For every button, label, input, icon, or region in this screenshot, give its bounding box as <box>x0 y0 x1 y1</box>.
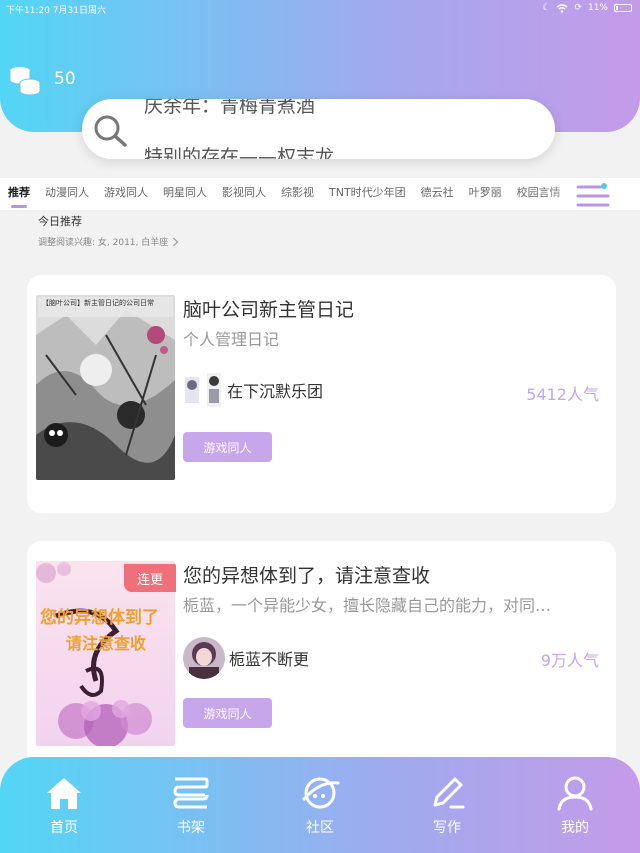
manga-cover-illustration: 【脑叶公司】新主管日记的公司日常 <box>36 295 175 480</box>
battery-percent: 11% <box>587 3 608 13</box>
status-right: ☾ ⟳ 11% <box>542 3 632 13</box>
nav-write[interactable]: 写作 <box>407 775 487 837</box>
dnd-icon: ☾ <box>542 3 551 13</box>
search-suggestion: 特别的存在——权志龙 <box>144 146 335 159</box>
user-icon <box>557 776 593 811</box>
nav-community[interactable]: 社区 <box>280 775 360 837</box>
tab-recommend[interactable]: 推荐 <box>0 178 37 210</box>
coin-balance[interactable]: 50 <box>8 62 76 96</box>
tab-anime-fanfic[interactable]: 动漫同人 <box>37 178 96 210</box>
nav-label: 首页 <box>50 820 78 836</box>
cover-text: 【脑叶公司】新主管日记的公司日常 <box>42 298 154 307</box>
planet-icon <box>302 777 340 809</box>
cover-text: 请注意查收 <box>66 634 146 653</box>
nav-label: 写作 <box>433 820 461 836</box>
book-title[interactable]: 您的异想体到了，请注意查收 <box>183 561 430 588</box>
book-card[interactable]: 【脑叶公司】新主管日记的公司日常 脑叶公司新主管日记 个人管理日记 在下沉默乐团… <box>27 275 616 513</box>
rotation-lock-icon: ⟳ <box>574 3 582 13</box>
coin-count: 50 <box>54 69 76 89</box>
author-avatar <box>183 637 225 679</box>
update-badge: 连更 <box>124 564 176 592</box>
author-name: 在下沉默乐团 <box>227 382 324 401</box>
nav-label: 我的 <box>561 820 589 836</box>
nav-label: 书架 <box>177 820 205 836</box>
book-title[interactable]: 脑叶公司新主管日记 <box>183 295 354 322</box>
book-subtitle: 栀蓝，一个异能少女，擅长隐藏自己的能力，对同… <box>183 596 552 615</box>
bottom-navigation: 首页 书架 社区 写作 我的 <box>0 757 640 853</box>
coins-icon <box>9 67 41 96</box>
tab-scroll[interactable]: 推荐 动漫同人 游戏同人 明星同人 影视同人 综影视 TNT时代少年团 德云社 叶罗丽 校园言情 <box>0 178 585 210</box>
author-name: 栀蓝不断更 <box>229 650 310 669</box>
tab-film-tv[interactable]: 综影视 <box>273 178 321 210</box>
nav-home[interactable]: 首页 <box>24 775 104 837</box>
search-suggestion: 庆余年：青梅青煮酒 <box>144 99 316 117</box>
book-subtitle: 个人管理日记 <box>183 330 280 349</box>
search-icon <box>94 115 127 147</box>
category-tabs: 推荐 动漫同人 游戏同人 明星同人 影视同人 综影视 TNT时代少年团 德云社 叶罗丽 校园言情 <box>0 178 640 210</box>
tab-star-fanfic[interactable]: 明星同人 <box>155 178 214 210</box>
battery-icon <box>614 4 632 12</box>
category-tag-button[interactable]: 游戏同人 <box>183 432 272 462</box>
reading-interest-link[interactable]: 调整阅读兴趣: 女, 2011, 白羊座 <box>38 235 179 248</box>
author-row[interactable]: 栀蓝不断更 <box>183 637 309 679</box>
home-icon <box>47 778 81 809</box>
category-menu-icon[interactable] <box>574 181 614 211</box>
nav-bookshelf[interactable]: 书架 <box>151 775 231 837</box>
author-avatar <box>183 371 223 409</box>
nav-profile[interactable]: 我的 <box>535 775 615 837</box>
popularity-count: 5412人气 <box>526 385 599 404</box>
pen-icon <box>433 777 465 809</box>
section-title: 今日推荐 <box>38 215 82 228</box>
tab-yeluoli[interactable]: 叶罗丽 <box>461 178 509 210</box>
bookshelf-icon <box>173 777 209 809</box>
status-time: 下午11:20 7月31日周六 <box>6 6 106 16</box>
book-cover[interactable]: 【脑叶公司】新主管日记的公司日常 <box>36 295 175 480</box>
cover-text: 您的异想体到了 <box>40 607 159 628</box>
search-suggestion-ticker[interactable]: 庆余年：青梅青煮酒 特别的存在——权志龙 <box>144 99 535 159</box>
tab-deyunshe[interactable]: 德云社 <box>413 178 461 210</box>
tab-tnt[interactable]: TNT时代少年团 <box>321 178 413 210</box>
chevron-right-icon <box>173 237 179 246</box>
author-row[interactable]: 在下沉默乐团 <box>183 371 323 409</box>
wifi-icon <box>557 3 568 13</box>
status-bar: 下午11:20 7月31日周六 ☾ ⟳ 11% <box>6 3 632 17</box>
search-bar[interactable]: 庆余年：青梅青煮酒 特别的存在——权志龙 <box>82 99 555 159</box>
reading-interest-text: 调整阅读兴趣: 女, 2011, 白羊座 <box>38 238 169 248</box>
popularity-count: 9万人气 <box>540 651 599 670</box>
tab-game-fanfic[interactable]: 游戏同人 <box>96 178 155 210</box>
category-tag-button[interactable]: 游戏同人 <box>183 698 272 728</box>
tab-drama-fanfic[interactable]: 影视同人 <box>214 178 273 210</box>
nav-label: 社区 <box>306 820 334 836</box>
book-card[interactable]: 您的异想体到了 请注意查收 连更 您的异想体到了，请注意查收 栀蓝，一个异能少女… <box>27 541 616 779</box>
